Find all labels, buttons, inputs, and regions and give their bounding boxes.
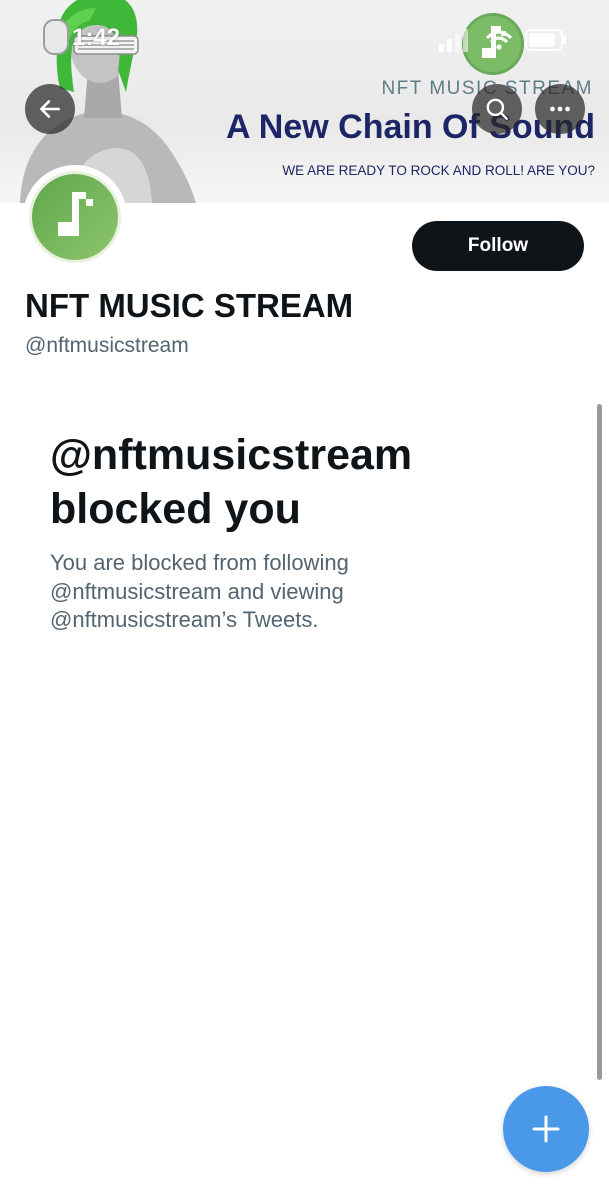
profile-avatar[interactable] bbox=[23, 165, 127, 269]
blocked-title-handle: @nftmusicstream bbox=[50, 431, 413, 479]
follow-button[interactable]: Follow bbox=[412, 221, 584, 271]
search-button[interactable] bbox=[472, 84, 522, 134]
scrollbar[interactable] bbox=[597, 404, 602, 1080]
blocked-title-text: blocked you bbox=[50, 485, 301, 533]
music-note-icon bbox=[29, 171, 121, 263]
compose-tweet-button[interactable] bbox=[503, 1086, 589, 1172]
battery-icon bbox=[525, 29, 566, 51]
profile-display-name: NFT MUSIC STREAM bbox=[25, 287, 354, 324]
more-horizontal-icon bbox=[550, 106, 570, 112]
cellular-signal-icon bbox=[439, 29, 468, 52]
back-button[interactable] bbox=[25, 84, 75, 134]
arrow-left-icon bbox=[40, 100, 60, 118]
wifi-icon bbox=[485, 30, 513, 50]
search-icon bbox=[486, 98, 508, 120]
plus-icon bbox=[532, 1115, 560, 1143]
blocked-title: @nftmusicstream blocked you bbox=[50, 428, 570, 536]
blocked-description: You are blocked from following @nftmusic… bbox=[50, 550, 349, 632]
status-time: 1:42 bbox=[72, 24, 121, 51]
more-options-button[interactable] bbox=[535, 84, 585, 134]
status-indicators bbox=[439, 29, 566, 52]
banner-tagline: WE ARE READY TO ROCK AND ROLL! ARE YOU? bbox=[282, 163, 595, 178]
profile-handle: @nftmusicstream bbox=[25, 334, 189, 357]
